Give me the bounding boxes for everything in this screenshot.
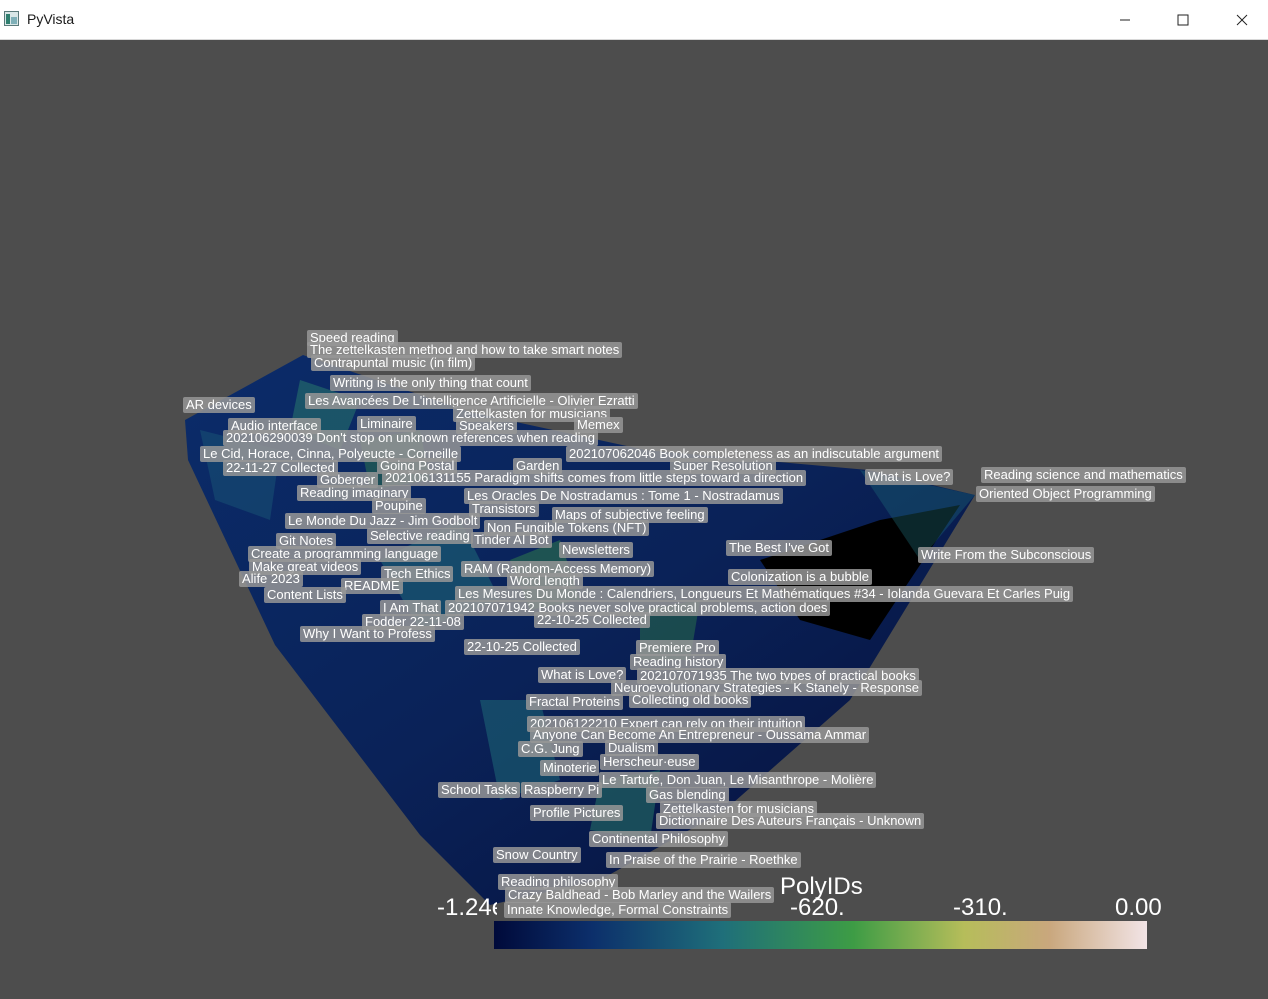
point-label: Alife 2023 bbox=[239, 571, 303, 587]
window-titlebar[interactable]: PyVista bbox=[0, 0, 1268, 40]
maximize-button[interactable] bbox=[1160, 0, 1206, 39]
minimize-button[interactable] bbox=[1102, 0, 1148, 39]
point-label: Tinder AI Bot bbox=[471, 532, 552, 548]
point-label: Colonization is a bubble bbox=[728, 569, 873, 585]
point-label: Why I Want to Profess bbox=[300, 626, 435, 642]
point-label: Selective reading bbox=[367, 528, 473, 544]
point-label: AR devices bbox=[183, 397, 255, 413]
point-label: README bbox=[341, 578, 403, 594]
point-label: Collecting old books bbox=[629, 692, 752, 708]
point-label: Innate Knowledge, Formal Constraints bbox=[504, 902, 732, 918]
scalar-bar-tick: -310. bbox=[953, 894, 1008, 921]
point-label: Profile Pictures bbox=[530, 805, 624, 821]
maximize-icon bbox=[1177, 14, 1189, 25]
point-label: Le Tartufe, Don Juan, Le Misanthrope - M… bbox=[599, 772, 877, 788]
window-title: PyVista bbox=[27, 11, 75, 27]
point-label: Minoterie bbox=[540, 760, 600, 776]
point-label: Write From the Subconscious bbox=[918, 547, 1095, 563]
point-label: 22-10-25 Collected bbox=[464, 639, 580, 655]
point-label: 202106290039 Don't stop on unknown refer… bbox=[223, 430, 598, 446]
point-label: Crazy Baldhead - Bob Marley and the Wail… bbox=[505, 887, 775, 903]
render-viewport[interactable]: Speed reading The zettelkasten method and… bbox=[0, 40, 1268, 999]
point-label: 22-10-25 Collected bbox=[534, 612, 650, 628]
point-label: Fractal Proteins bbox=[526, 694, 624, 710]
point-label: Newsletters bbox=[559, 542, 633, 558]
point-label: C.G. Jung bbox=[518, 741, 583, 757]
point-label: Contrapuntal music (in film) bbox=[311, 355, 476, 371]
minimize-icon bbox=[1120, 19, 1130, 20]
point-label: Oriented Object Programming bbox=[976, 486, 1155, 502]
point-label: In Praise of the Prairie - Roethke bbox=[606, 852, 801, 868]
point-label: Content Lists bbox=[264, 587, 346, 603]
point-label: 202106131155 Paradigm shifts comes from … bbox=[382, 470, 807, 486]
scalar-bar-tick: -620. bbox=[790, 894, 845, 921]
point-label: Poupine bbox=[372, 498, 426, 514]
point-label: Herscheur·euse bbox=[600, 754, 699, 770]
point-label: Raspberry Pi bbox=[521, 782, 603, 798]
point-label: Writing is the only thing that count bbox=[330, 375, 531, 391]
point-label: What is Love? bbox=[865, 469, 954, 485]
point-label: Continental Philosophy bbox=[589, 831, 728, 847]
point-label: Reading science and mathematics bbox=[981, 467, 1186, 483]
close-icon bbox=[1236, 14, 1248, 25]
pyvista-app-icon bbox=[4, 11, 19, 26]
point-label: The Best I've Got bbox=[726, 540, 833, 556]
scalar-bar-tick: -1.24e+03 bbox=[437, 894, 497, 921]
scalar-bar bbox=[494, 921, 1147, 949]
scalar-bar-tick: 0.00 bbox=[1115, 894, 1162, 921]
point-label: Snow Country bbox=[493, 847, 581, 863]
point-label: School Tasks bbox=[438, 782, 521, 798]
close-button[interactable] bbox=[1219, 0, 1265, 39]
point-label: Le Monde Du Jazz - Jim Godbolt bbox=[285, 513, 481, 529]
point-label: Dictionnaire Des Auteurs Français - Unkn… bbox=[656, 813, 925, 829]
